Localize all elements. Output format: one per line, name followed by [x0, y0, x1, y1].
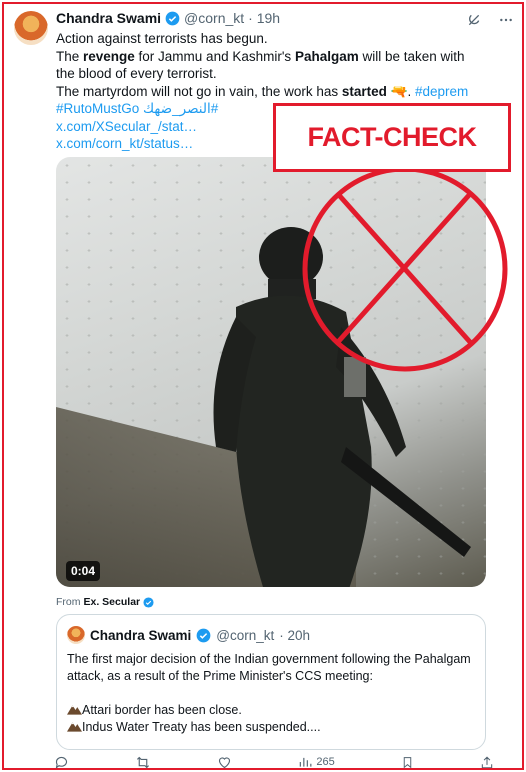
repost-icon [137, 756, 150, 768]
media-source: From Ex. Secular [56, 596, 154, 608]
video-duration: 0:04 [66, 561, 101, 581]
tweet-line: The revenge for Jammu and Kashmir's Paha… [56, 48, 465, 82]
reply-button[interactable] [54, 755, 69, 770]
avatar[interactable] [14, 11, 48, 45]
share-icon [481, 756, 493, 768]
list-item: Indus Water Treaty has been suspended...… [67, 719, 472, 736]
repost-button[interactable] [135, 755, 151, 770]
grok-icon[interactable] [466, 12, 482, 28]
list-item: Attari border has been close. [67, 702, 472, 719]
avatar [67, 626, 85, 644]
media-source-name[interactable]: Ex. Secular [84, 596, 141, 608]
heart-icon [219, 756, 231, 768]
views-button[interactable]: 265 [298, 755, 335, 769]
tweet-line: The martyrdom will not go in vain, the w… [56, 83, 469, 99]
tweet-time[interactable]: · 19h [248, 10, 280, 26]
verified-icon [165, 11, 180, 25]
more-icon[interactable] [498, 12, 514, 28]
reply-icon [55, 756, 68, 769]
author-handle: @corn_kt [216, 627, 275, 643]
bookmark-icon [403, 756, 412, 768]
quote-header: Chandra Swami @corn_kt · 20h [67, 626, 310, 644]
author-name[interactable]: Chandra Swami [56, 10, 161, 26]
views-icon [300, 757, 312, 767]
mountain-icon [67, 722, 82, 732]
tweet-line: Action against terrorists has begun. [56, 31, 268, 46]
mountain-icon [67, 705, 82, 715]
verified-icon [143, 596, 154, 608]
quote-text: The first major decision of the Indian g… [67, 652, 472, 736]
tweet-time: · 20h [279, 627, 311, 643]
tweet-header: Chandra Swami @corn_kt · 19h [56, 10, 280, 26]
verified-icon [196, 628, 211, 642]
share-button[interactable] [480, 755, 494, 770]
author-handle[interactable]: @corn_kt [184, 10, 244, 26]
fact-check-label: FACT-CHECK [273, 103, 511, 172]
red-cross-overlay [302, 166, 508, 372]
like-button[interactable] [217, 755, 232, 770]
action-bar: 265 [54, 753, 494, 771]
fact-check-text: FACT-CHECK [307, 122, 478, 152]
header-actions [466, 12, 514, 28]
bookmark-button[interactable] [401, 755, 414, 770]
views-count: 265 [316, 756, 335, 768]
author-name: Chandra Swami [90, 627, 192, 643]
quoted-tweet[interactable]: Chandra Swami @corn_kt · 20h The first m… [56, 614, 486, 750]
hashtag-link[interactable]: #deprem [415, 84, 468, 99]
